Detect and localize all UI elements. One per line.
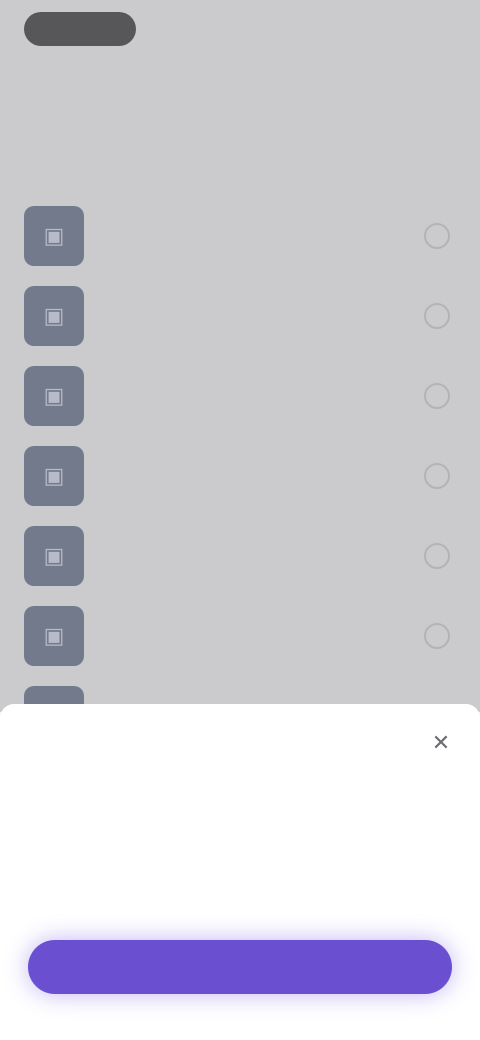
modal-overlay[interactable] xyxy=(0,0,480,712)
close-icon[interactable]: ✕ xyxy=(428,730,454,756)
primary-action-button[interactable] xyxy=(28,940,452,994)
